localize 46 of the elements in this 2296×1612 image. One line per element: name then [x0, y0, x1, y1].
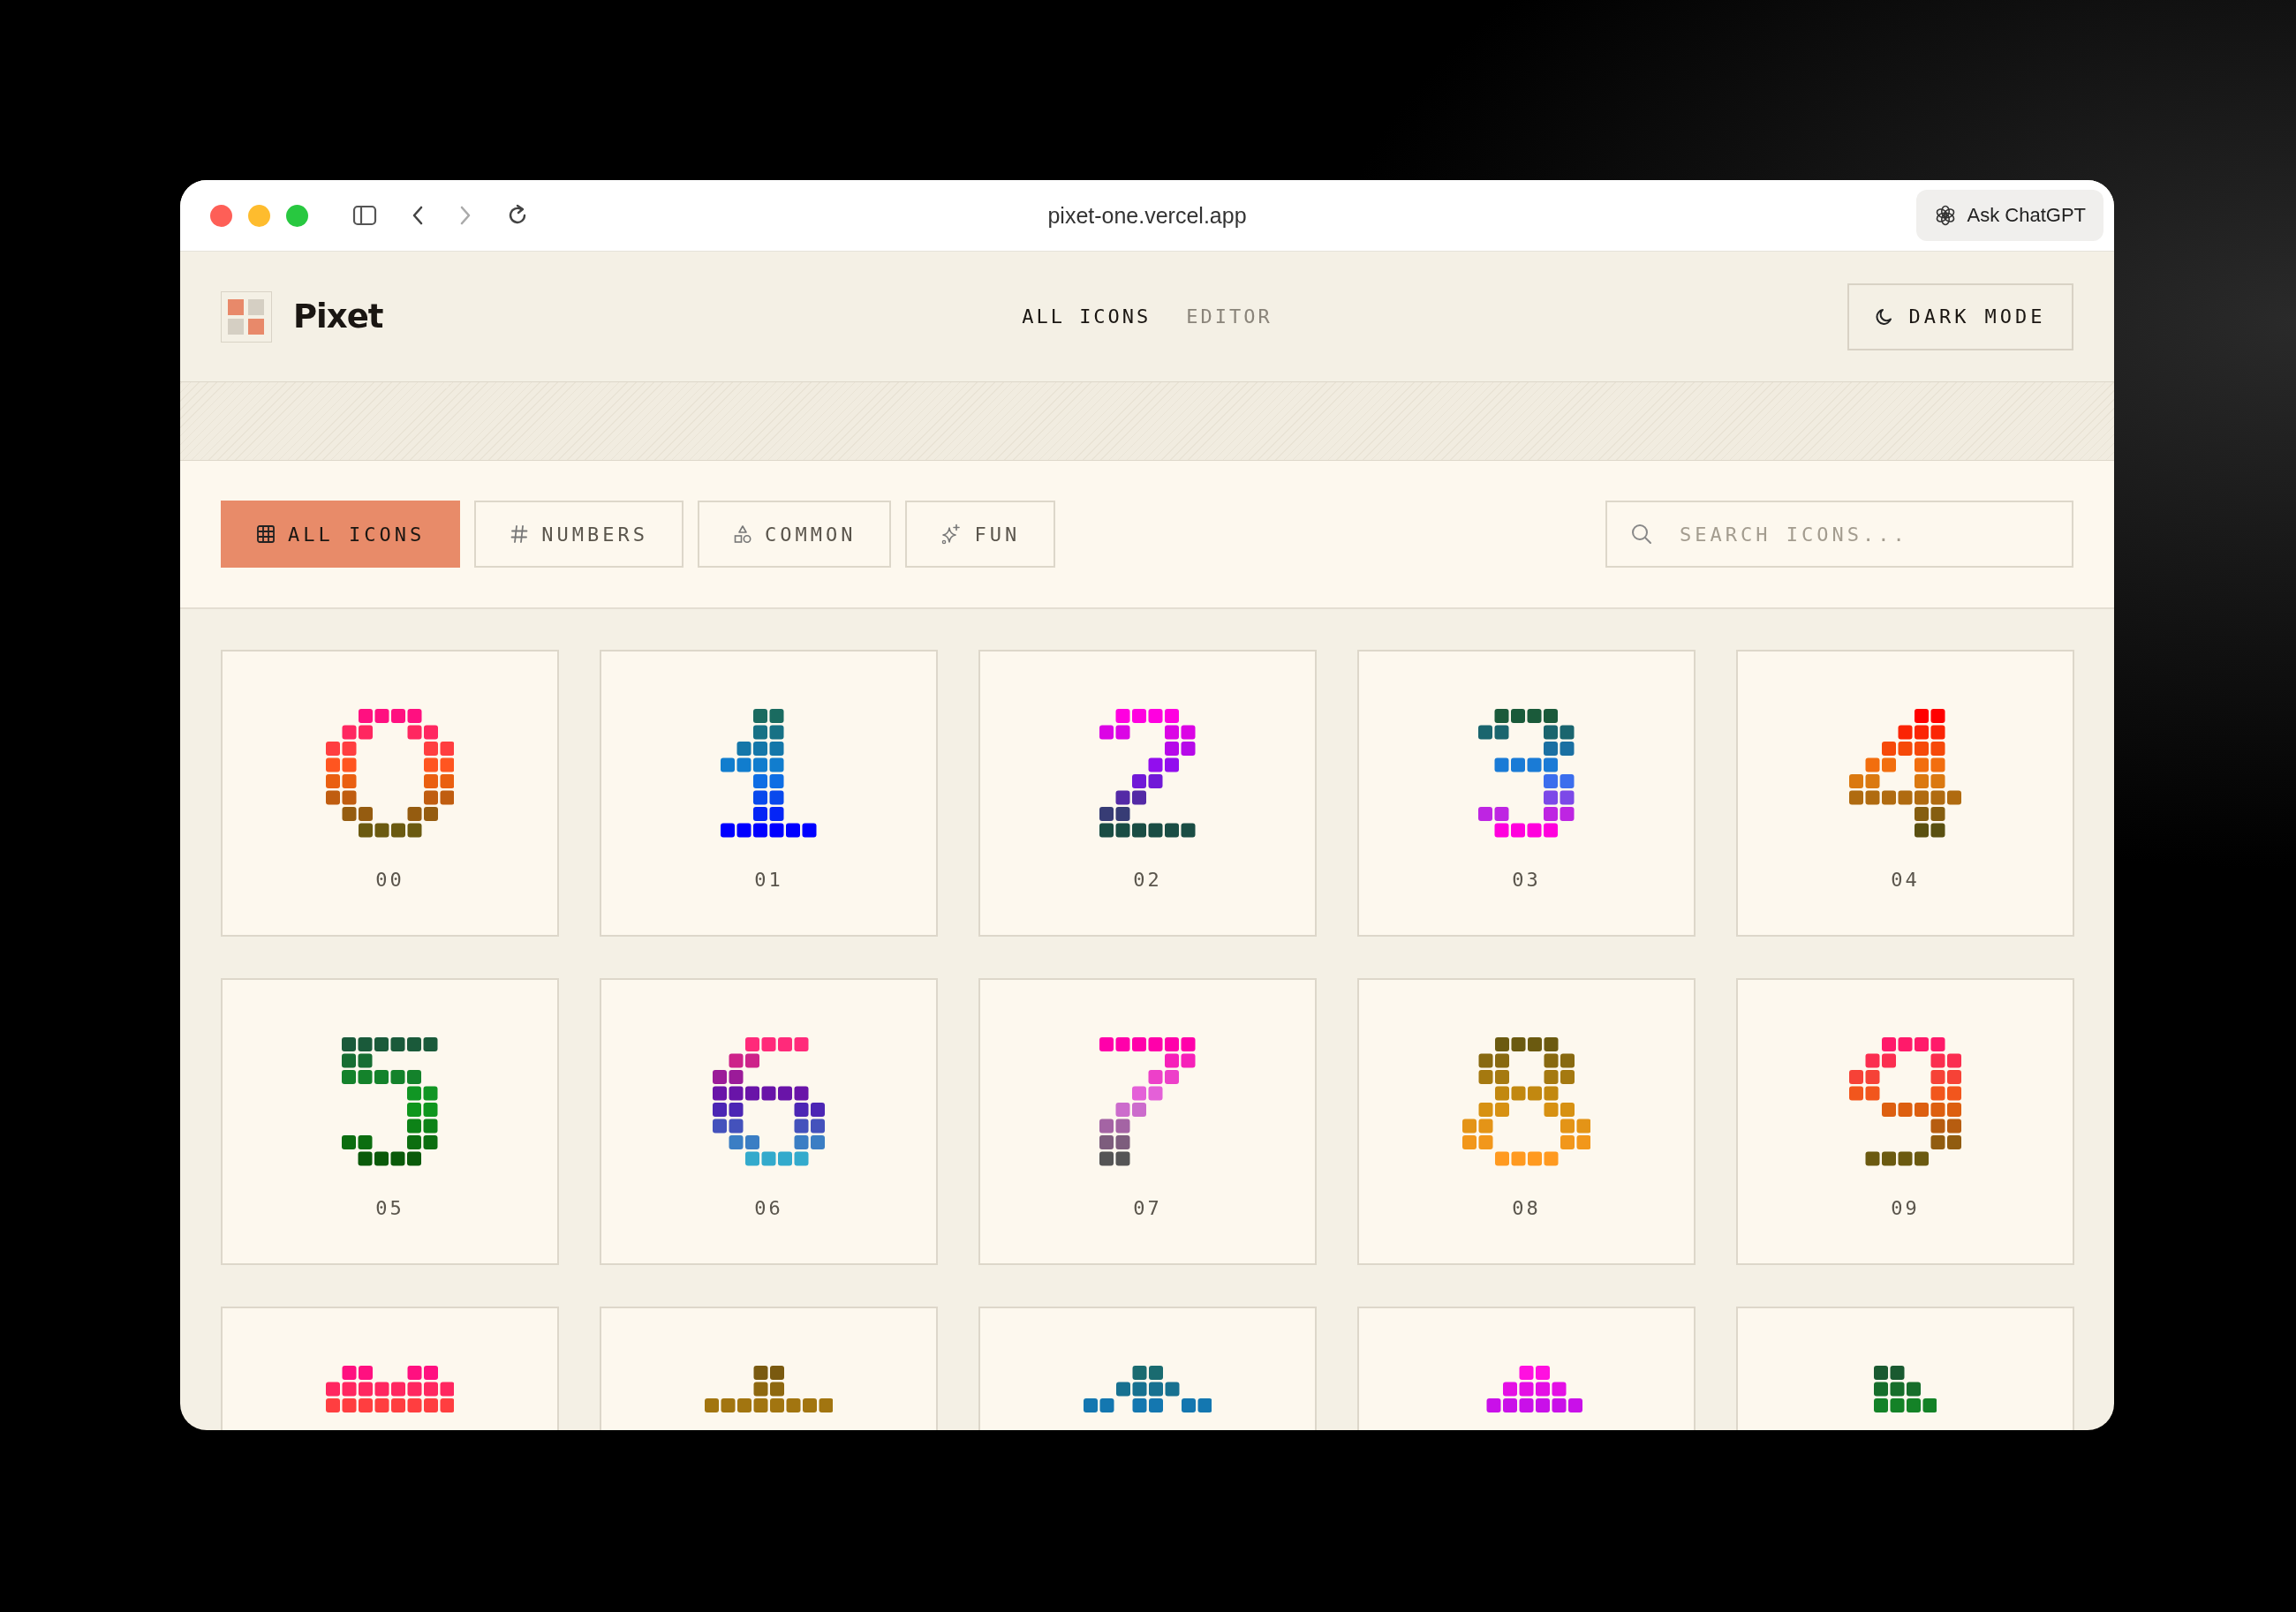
- close-button[interactable]: [210, 204, 232, 227]
- filter-tab[interactable]: ALL ICONS: [221, 501, 461, 568]
- icon-label: 07: [1133, 1197, 1162, 1219]
- logo-icon[interactable]: [221, 290, 272, 343]
- icon-card[interactable]: [1736, 1307, 2074, 1430]
- icon-card[interactable]: [221, 1307, 559, 1430]
- search-field[interactable]: SEARCH ICONS...: [1605, 501, 2073, 568]
- icon-card[interactable]: 06: [600, 978, 938, 1265]
- icon-card[interactable]: [978, 1307, 1317, 1430]
- nav-link[interactable]: ALL ICONS: [1022, 305, 1152, 328]
- app-name: Pixet: [293, 298, 383, 335]
- icon-card[interactable]: [600, 1307, 938, 1430]
- icon-card[interactable]: 03: [1357, 650, 1696, 937]
- icon-card[interactable]: 05: [221, 978, 559, 1265]
- dark-mode-button[interactable]: DARK MODE: [1847, 282, 2073, 350]
- ask-chatgpt-button[interactable]: Ask ChatGPT: [1915, 190, 2103, 241]
- forward-icon[interactable]: [458, 205, 472, 226]
- icon-card[interactable]: 01: [600, 650, 938, 937]
- filter-tab[interactable]: NUMBERS: [474, 501, 684, 568]
- shapes-icon: [732, 524, 752, 544]
- icon-label: 01: [754, 869, 783, 891]
- icon-card[interactable]: 08: [1357, 978, 1696, 1265]
- icon-label: 00: [375, 869, 404, 891]
- filter-tab[interactable]: COMMON: [697, 501, 892, 568]
- back-icon[interactable]: [411, 205, 425, 226]
- sidebar-icon[interactable]: [352, 205, 377, 226]
- address-bar[interactable]: pixet-one.vercel.app: [1047, 202, 1247, 229]
- icon-card[interactable]: 02: [978, 650, 1317, 937]
- filter-tab[interactable]: FUN: [905, 501, 1056, 568]
- icon-card[interactable]: 09: [1736, 978, 2074, 1265]
- grid-icon: [256, 524, 276, 544]
- icon-label: 02: [1133, 869, 1162, 891]
- icon-label: 09: [1891, 1197, 1920, 1219]
- icon-card[interactable]: 00: [221, 650, 559, 937]
- icon-label: 06: [754, 1197, 783, 1219]
- icon-label: 08: [1512, 1197, 1541, 1219]
- icon-label: 03: [1512, 869, 1541, 891]
- sparkles-icon: [940, 524, 963, 545]
- icon-card[interactable]: 04: [1736, 650, 2074, 937]
- zoom-button[interactable]: [286, 204, 308, 227]
- icon-label: 05: [375, 1197, 404, 1219]
- hash-icon: [510, 524, 530, 544]
- icon-card[interactable]: 07: [978, 978, 1317, 1265]
- icon-label: 04: [1891, 869, 1920, 891]
- icon-card[interactable]: [1357, 1307, 1696, 1430]
- search-icon: [1630, 523, 1653, 546]
